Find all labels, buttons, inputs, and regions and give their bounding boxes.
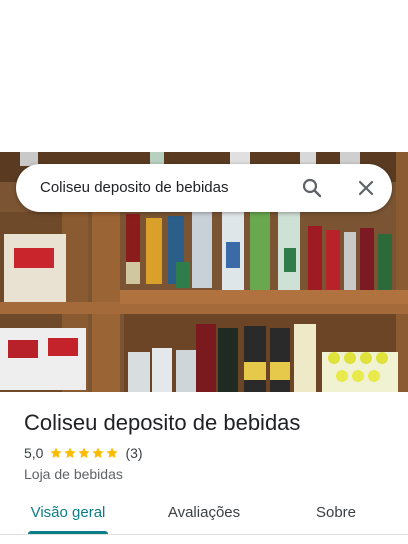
search-bar[interactable]: Coliseu deposito de bebidas bbox=[16, 164, 392, 212]
rating-row[interactable]: 5,0 (3) bbox=[24, 443, 143, 463]
map-blank-area bbox=[0, 0, 408, 152]
star-icon bbox=[50, 447, 63, 459]
place-name: Coliseu deposito de bebidas bbox=[24, 410, 301, 435]
tab-about[interactable]: Sobre bbox=[300, 496, 372, 534]
tabs-divider bbox=[0, 534, 408, 535]
star-icon bbox=[106, 447, 119, 459]
rating-value: 5,0 bbox=[24, 445, 44, 461]
review-count[interactable]: (3) bbox=[125, 445, 142, 461]
star-rating bbox=[49, 446, 119, 460]
search-icon[interactable] bbox=[300, 176, 324, 200]
star-icon bbox=[92, 447, 105, 459]
star-icon bbox=[78, 447, 91, 459]
search-input[interactable]: Coliseu deposito de bebidas bbox=[40, 164, 228, 212]
close-icon[interactable] bbox=[354, 176, 378, 200]
star-icon bbox=[64, 447, 77, 459]
tab-overview[interactable]: Visão geral bbox=[26, 496, 110, 534]
tab-reviews[interactable]: Avaliações bbox=[156, 496, 252, 534]
place-category[interactable]: Loja de bebidas bbox=[24, 465, 123, 483]
